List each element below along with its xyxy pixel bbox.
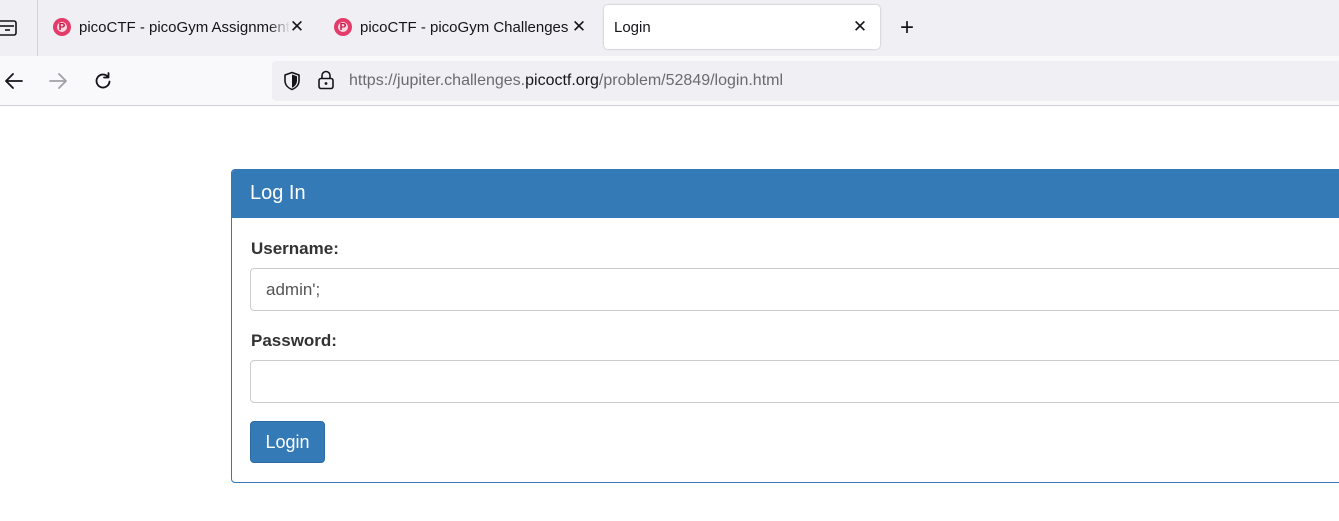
tab-list-button[interactable] — [0, 17, 20, 39]
url-text[interactable]: https://jupiter.challenges.picoctf.org/p… — [349, 72, 783, 90]
lock-icon[interactable] — [317, 70, 335, 90]
tab-picogym-assignments[interactable]: P picoCTF - picoGym Assignments ✕ — [53, 5, 311, 49]
close-tab-icon[interactable]: ✕ — [571, 17, 587, 36]
forward-button[interactable] — [46, 69, 70, 93]
panel-title: Log In — [232, 170, 1339, 218]
tab-label: picoCTF - picoGym Assignments — [79, 18, 290, 36]
back-button[interactable] — [2, 69, 26, 93]
close-tab-icon[interactable]: ✕ — [289, 17, 305, 36]
address-bar[interactable]: https://jupiter.challenges.picoctf.org/p… — [272, 61, 1339, 101]
url-path: /problem/52849/login.html — [598, 72, 784, 89]
username-input[interactable] — [250, 268, 1339, 311]
reload-button[interactable] — [91, 69, 115, 93]
tab-login-active[interactable]: Login ✕ — [604, 5, 880, 49]
tab-label: picoCTF - picoGym Challenges — [360, 18, 569, 36]
forward-arrow-icon[interactable] — [48, 71, 68, 91]
tab-strip: P picoCTF - picoGym Assignments ✕ P pico… — [0, 0, 1339, 56]
login-button[interactable]: Login — [250, 421, 325, 463]
list-all-tabs-icon[interactable] — [0, 17, 20, 39]
navigation-toolbar: https://jupiter.challenges.picoctf.org/p… — [0, 56, 1339, 106]
tracking-protection-shield-icon[interactable] — [282, 71, 302, 91]
reload-icon[interactable] — [93, 71, 113, 91]
login-panel: Log In Username: Password: Login — [231, 169, 1339, 483]
tab-label: Login — [614, 18, 651, 36]
password-input[interactable] — [250, 360, 1339, 403]
url-host: picoctf.org — [525, 72, 599, 89]
close-tab-icon[interactable]: ✕ — [852, 17, 868, 36]
tab-picogym-challenges[interactable]: P picoCTF - picoGym Challenges ✕ — [334, 5, 592, 49]
password-label: Password: — [251, 331, 337, 350]
picoctf-favicon-icon: P — [334, 18, 352, 36]
tab-separator — [37, 0, 38, 56]
picoctf-favicon-icon: P — [53, 18, 71, 36]
new-tab-button[interactable]: + — [897, 14, 917, 41]
back-arrow-icon[interactable] — [4, 71, 24, 91]
url-prefix: https://jupiter.challenges. — [349, 72, 526, 89]
username-label: Username: — [251, 239, 339, 258]
